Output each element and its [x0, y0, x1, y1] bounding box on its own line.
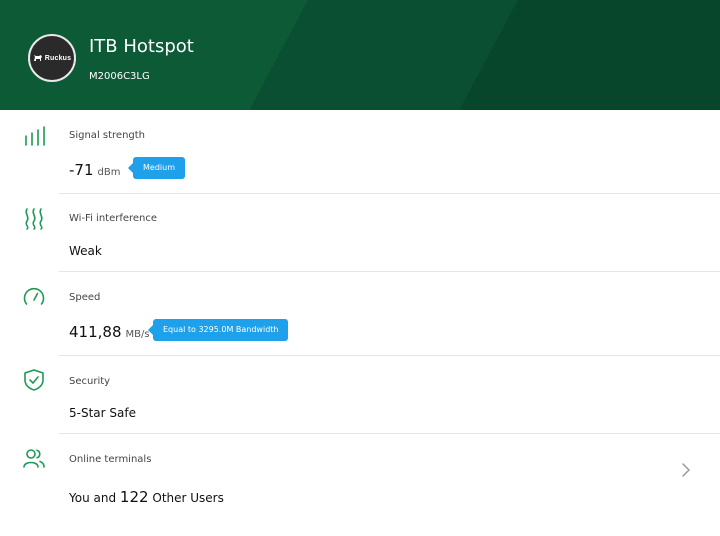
signal-strength-unit: dBm	[97, 167, 121, 178]
wifi-interference-value: Weak	[69, 244, 102, 258]
network-header: Ruckus ITB Hotspot M2006C3LG	[0, 0, 720, 110]
security-value: 5-Star Safe	[69, 406, 136, 420]
online-terminals-value: You and 122 Other Users	[69, 488, 224, 506]
speed-label: Speed	[69, 292, 101, 303]
logo-text: Ruckus	[44, 54, 72, 62]
shield-check-icon	[24, 369, 44, 391]
online-terminals-label: Online terminals	[69, 454, 152, 465]
security-row: Security 5-Star Safe	[0, 356, 720, 434]
signal-strength-row: Signal strength -71 dBm Medium	[0, 110, 720, 194]
wifi-interference-label: Wi-Fi interference	[69, 213, 158, 224]
hotspot-name: ITB Hotspot	[89, 36, 194, 57]
users-icon	[23, 449, 45, 468]
speed-value: 411,88 MB/s	[69, 323, 150, 341]
interference-waves-icon	[25, 208, 43, 230]
security-label: Security	[69, 376, 111, 387]
speed-row: Speed 411,88 MB/s Equal to 3295.0M Bandwi…	[0, 272, 720, 356]
device-model: M2006C3LG	[89, 71, 150, 82]
online-terminals-row[interactable]: Online terminals You and 122 Other Users	[0, 434, 720, 534]
signal-strength-number: -71	[69, 161, 94, 179]
chevron-right-icon[interactable]	[680, 462, 692, 478]
online-terminals-count: 122	[119, 488, 149, 506]
bandwidth-badge: Equal to 3295.0M Bandwidth	[147, 319, 289, 341]
signal-quality-badge: Medium	[128, 157, 185, 179]
signal-strength-label: Signal strength	[69, 130, 146, 141]
speed-number: 411,88	[69, 323, 122, 341]
wifi-interference-row: Wi-Fi interference Weak	[0, 194, 720, 272]
online-terminals-prefix: You and	[69, 491, 117, 505]
speedometer-icon	[23, 287, 45, 305]
speed-unit: MB/s	[125, 329, 150, 340]
dog-icon	[33, 55, 42, 61]
signal-strength-value: -71 dBm	[69, 161, 120, 179]
signal-bars-icon	[25, 126, 45, 146]
online-terminals-suffix: Other Users	[152, 491, 224, 505]
ruckus-logo: Ruckus	[28, 34, 76, 82]
